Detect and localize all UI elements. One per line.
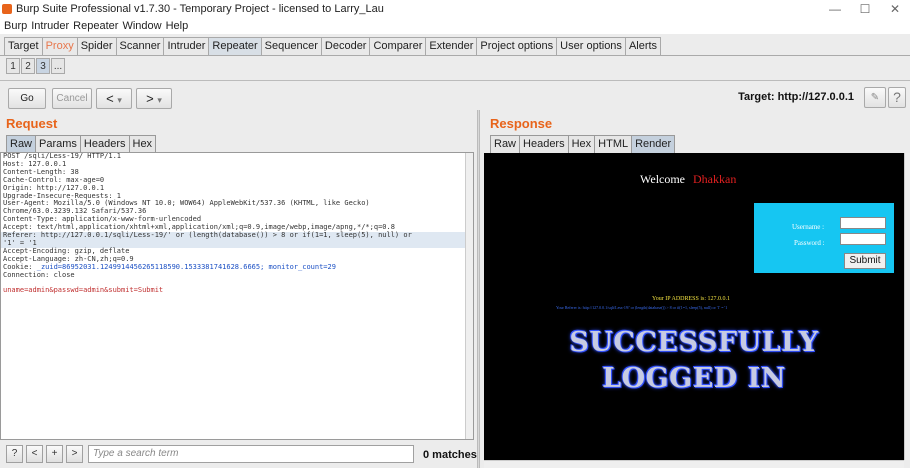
response-scrollbar[interactable] (904, 153, 910, 460)
login-form: Username : Password : Submit (754, 203, 894, 273)
help-button[interactable]: ? (888, 87, 906, 108)
cookie-key: Cookie: (3, 262, 33, 271)
pane-splitter[interactable] (477, 110, 480, 468)
response-tab-raw[interactable]: Raw (490, 135, 521, 153)
response-tab-html[interactable]: HTML (594, 135, 633, 153)
repeater-tab-new[interactable]: ... (51, 58, 65, 74)
password-input[interactable] (840, 233, 886, 245)
repeater-tab-2-label: 2 (25, 61, 31, 72)
tab-scanner[interactable]: Scanner (115, 37, 165, 55)
pencil-icon: ✎ (870, 92, 880, 103)
main-tabs: Target Proxy Spider Scanner Intruder Rep… (4, 37, 662, 55)
tab-spider[interactable]: Spider (76, 37, 117, 55)
response-title: Response (490, 116, 553, 131)
request-line-referer: Referer: http://127.0.0.1/sqli/Less-19/'… (1, 231, 473, 240)
submit-button[interactable]: Submit (844, 253, 886, 269)
back-dropdown-icon: ▾ (117, 95, 122, 105)
forward-dropdown-icon: ▾ (157, 95, 162, 105)
welcome-username: Dhakkan (693, 172, 737, 186)
menu-repeater[interactable]: Repeater (73, 20, 118, 32)
tab-extender[interactable]: Extender (425, 37, 478, 55)
ip-address-text: Your IP ADDRESS is: 127.0.0.1 (652, 296, 731, 302)
window-controls: — ☐ ✕ (820, 0, 910, 18)
response-tab-render[interactable]: Render (631, 135, 676, 153)
tab-target[interactable]: Target (4, 37, 43, 55)
response-render-view: Welcome Dhakkan Username : Password : Sub… (484, 153, 904, 460)
repeater-tab-2[interactable]: 2 (21, 58, 35, 74)
tab-decoder[interactable]: Decoder (320, 37, 371, 55)
back-button[interactable]: < ▾ (96, 88, 132, 109)
success-heading-line1: SUCCESSFULLY (569, 327, 819, 358)
search-match-count: 0 matches (423, 449, 477, 461)
request-tab-raw[interactable]: Raw (6, 135, 37, 153)
request-tab-headers[interactable]: Headers (79, 135, 130, 153)
repeater-tab-new-label: ... (53, 61, 63, 72)
request-editor[interactable]: POST /sqli/Less-19/ HTTP/1.1 Host: 127.0… (0, 152, 474, 440)
repeater-tab-3[interactable]: 3 (36, 58, 50, 74)
menu-bar: Burp Intruder Repeater Window Help (0, 18, 910, 34)
success-heading-line2: LOGGED IN (602, 363, 786, 394)
search-add-button[interactable]: + (46, 445, 63, 463)
cancel-button[interactable]: Cancel (52, 88, 92, 109)
window-titlebar: Burp Suite Professional v1.7.30 - Tempor… (0, 0, 910, 18)
back-arrow-icon: < (106, 91, 114, 106)
tab-proxy[interactable]: Proxy (41, 37, 78, 55)
request-line: Connection: close (3, 270, 75, 279)
tab-project-options[interactable]: Project options (476, 37, 558, 55)
search-next-button[interactable]: > (66, 445, 83, 463)
target-host: 127.0.0.1 (808, 91, 854, 103)
response-horizontal-scrollbar[interactable] (484, 460, 904, 468)
referer-echo-text: Your Referer is: http://127.0.0.1/sqli/L… (556, 305, 728, 310)
password-label: Password : (794, 239, 825, 247)
request-body: uname=admin&passwd=admin&submit=Submit (3, 286, 164, 295)
menu-window[interactable]: Window (122, 20, 161, 32)
search-prev-button[interactable]: < (26, 445, 43, 463)
request-line: POST /sqli/Less-19/ HTTP/1.1 (3, 152, 122, 160)
response-tab-hex[interactable]: Hex (567, 135, 596, 153)
tab-comparer[interactable]: Comparer (369, 37, 427, 55)
forward-arrow-icon: > (146, 91, 154, 106)
cookie-value: _zuid=86952031.1249914456265118590.15333… (36, 262, 336, 271)
tab-user-options[interactable]: User options (556, 37, 626, 55)
tab-repeater[interactable]: Repeater (208, 37, 262, 55)
menu-burp[interactable]: Burp (4, 20, 27, 32)
response-tab-headers[interactable]: Headers (519, 135, 569, 153)
repeater-tab-1-label: 1 (10, 61, 16, 72)
request-scrollbar[interactable] (465, 153, 473, 439)
tab-sequencer[interactable]: Sequencer (260, 37, 322, 55)
minimize-button[interactable]: — (820, 0, 850, 18)
subtabs-strip (0, 55, 910, 77)
request-tabs: Raw Params Headers Hex (6, 135, 157, 153)
tab-intruder[interactable]: Intruder (163, 37, 210, 55)
response-tabs: Raw Headers Hex HTML Render (490, 135, 676, 153)
request-tab-hex[interactable]: Hex (128, 135, 157, 153)
target-label: Target: http://127.0.0.1 (738, 91, 854, 103)
repeater-tab-1[interactable]: 1 (6, 58, 20, 74)
request-tab-params[interactable]: Params (35, 135, 81, 153)
maximize-button[interactable]: ☐ (850, 0, 880, 18)
welcome-label: Welcome (640, 172, 686, 186)
menu-help[interactable]: Help (166, 20, 189, 32)
repeater-tab-3-label: 3 (40, 61, 46, 72)
target-prefix: Target: http:// (738, 91, 809, 103)
edit-target-button[interactable]: ✎ (864, 87, 886, 108)
welcome-text: Welcome Dhakkan (640, 172, 736, 187)
tab-alerts[interactable]: Alerts (624, 37, 662, 55)
forward-button[interactable]: > ▾ (136, 88, 172, 109)
request-search-bar: ? < + > Type a search term 0 matches (0, 442, 478, 468)
search-help-button[interactable]: ? (6, 445, 23, 463)
go-button[interactable]: Go (8, 88, 46, 109)
burp-app-icon (2, 4, 12, 14)
search-input[interactable]: Type a search term (88, 445, 414, 463)
window-title: Burp Suite Professional v1.7.30 - Tempor… (16, 3, 384, 15)
request-title: Request (6, 116, 58, 131)
repeater-subtabs: 1 2 3 ... (6, 58, 66, 74)
username-label: Username : (792, 223, 825, 231)
close-button[interactable]: ✕ (880, 0, 910, 18)
username-input[interactable] (840, 217, 886, 229)
menu-intruder[interactable]: Intruder (31, 20, 69, 32)
